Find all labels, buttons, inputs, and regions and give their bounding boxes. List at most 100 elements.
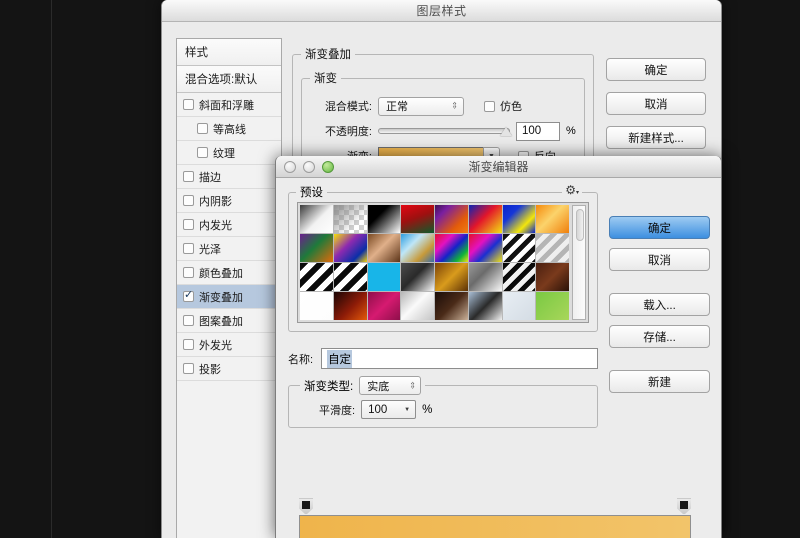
preset-swatch-14[interactable] [502, 234, 536, 262]
preset-swatch-7[interactable] [536, 205, 569, 233]
preset-swatch-29[interactable] [468, 292, 502, 320]
sidebar-item-5[interactable]: 内发光 [177, 213, 281, 237]
presets-scrollbar-thumb[interactable] [576, 209, 584, 241]
sidebar-item-checkbox-2[interactable] [197, 147, 208, 158]
preset-swatch-20[interactable] [435, 263, 468, 291]
preset-swatch-23[interactable] [536, 263, 569, 291]
gradient-editor-button-2[interactable]: 载入... [609, 293, 710, 316]
preset-swatch-11[interactable] [401, 234, 434, 262]
sidebar-item-8[interactable]: 渐变叠加 [177, 285, 281, 309]
sidebar-item-blending-options[interactable]: 混合选项:默认 [177, 66, 281, 93]
sidebar-item-checkbox-1[interactable] [197, 123, 208, 134]
preset-swatch-25[interactable] [333, 292, 367, 320]
preset-swatch-30[interactable] [502, 292, 536, 320]
preset-swatch-18[interactable] [367, 263, 401, 291]
gradient-editor-button-4[interactable]: 新建 [609, 370, 710, 393]
preset-swatch-0[interactable] [300, 205, 333, 233]
opacity-input[interactable]: 100 [516, 121, 560, 141]
preset-swatch-10[interactable] [367, 234, 401, 262]
sidebar-item-checkbox-4[interactable] [183, 195, 194, 206]
gradient-editor-button-1[interactable]: 取消 [609, 248, 710, 271]
name-value: 自定 [327, 349, 353, 368]
preset-swatch-8[interactable] [300, 234, 333, 262]
preset-swatch-19[interactable] [401, 263, 434, 291]
sidebar-item-9[interactable]: 图案叠加 [177, 309, 281, 333]
preset-swatch-17[interactable] [333, 263, 367, 291]
sidebar-item-2[interactable]: 纹理 [177, 141, 281, 165]
preset-swatch-13[interactable] [468, 234, 502, 262]
preset-swatch-4[interactable] [435, 205, 468, 233]
opacity-stop-0[interactable] [299, 498, 313, 515]
sidebar-item-checkbox-0[interactable] [183, 99, 194, 110]
sidebar-item-checkbox-3[interactable] [183, 171, 194, 182]
sidebar-item-label: 斜面和浮雕 [199, 99, 254, 112]
preset-swatch-16[interactable] [300, 263, 333, 291]
gear-icon[interactable]: ⚙▾ [562, 183, 582, 197]
sidebar-item-checkbox-7[interactable] [183, 267, 194, 278]
preset-swatch-21[interactable] [468, 263, 502, 291]
gradient-editor-button-3[interactable]: 存储... [609, 325, 710, 348]
opacity-slider-knob[interactable] [500, 127, 512, 136]
preset-swatch-24[interactable] [300, 292, 333, 320]
presets-scrollbar[interactable] [572, 205, 586, 320]
gradient-editor-button-0[interactable]: 确定 [609, 216, 710, 239]
name-input[interactable]: 自定 [321, 348, 598, 369]
preset-swatch-28[interactable] [435, 292, 468, 320]
sidebar-effects-list: 斜面和浮雕等高线纹理描边内阴影内发光光泽颜色叠加渐变叠加图案叠加外发光投影 [177, 93, 281, 381]
sidebar-item-7[interactable]: 颜色叠加 [177, 261, 281, 285]
sidebar-header-styles[interactable]: 样式 [177, 39, 281, 66]
gradient-type-select[interactable]: 实底 [359, 376, 422, 395]
preset-swatch-22[interactable] [502, 263, 536, 291]
layer-style-button-1[interactable]: 取消 [606, 92, 706, 115]
presets-frame [288, 192, 598, 332]
opacity-slider[interactable] [378, 124, 512, 138]
blend-mode-select[interactable]: 正常 [378, 96, 464, 116]
layer-style-button-2[interactable]: 新建样式... [606, 126, 706, 149]
preset-swatch-2[interactable] [367, 205, 401, 233]
sidebar-item-checkbox-10[interactable] [183, 339, 194, 350]
gradient-editor-main: 预设 ⚙▾ 名称: 自定 渐变类型: 实底 ⇳ 平滑度: 100 ▼ % [288, 183, 598, 428]
smoothness-row: 平滑度: 100 % [297, 400, 589, 419]
opacity-unit: % [566, 125, 576, 137]
preset-swatch-5[interactable] [468, 205, 502, 233]
gradient-type-section: 渐变类型: 实底 平滑度: 100 % [288, 376, 598, 428]
preset-swatch-9[interactable] [333, 234, 367, 262]
preset-swatch-3[interactable] [401, 205, 434, 233]
desktop-divider [51, 0, 52, 538]
preset-swatch-1[interactable] [333, 205, 367, 233]
sidebar-item-label: 纹理 [213, 147, 235, 160]
preset-swatch-26[interactable] [367, 292, 401, 320]
gradient-type-label: 渐变类型: [304, 380, 354, 393]
gradient-editor-titlebar[interactable]: 渐变编辑器 [276, 156, 721, 178]
layer-style-button-0[interactable]: 确定 [606, 58, 706, 81]
sidebar-item-11[interactable]: 投影 [177, 357, 281, 381]
gradient-bar[interactable] [299, 515, 691, 538]
gradient-overlay-group-title: 渐变叠加 [305, 49, 351, 61]
sidebar-item-4[interactable]: 内阴影 [177, 189, 281, 213]
dither-checkbox[interactable]: 仿色 [484, 98, 522, 114]
opacity-slider-track [378, 128, 510, 134]
sidebar-item-0[interactable]: 斜面和浮雕 [177, 93, 281, 117]
opacity-stop-swatch [680, 501, 688, 509]
preset-swatch-31[interactable] [536, 292, 569, 320]
layer-style-title: 图层样式 [416, 4, 467, 18]
sidebar-item-checkbox-11[interactable] [183, 363, 194, 374]
sidebar-item-checkbox-9[interactable] [183, 315, 194, 326]
blend-mode-value: 正常 [386, 101, 408, 113]
sidebar-item-10[interactable]: 外发光 [177, 333, 281, 357]
sidebar-item-1[interactable]: 等高线 [177, 117, 281, 141]
sidebar-item-label: 内发光 [199, 219, 232, 232]
smoothness-select[interactable]: 100 [361, 400, 417, 419]
sidebar-item-checkbox-5[interactable] [183, 219, 194, 230]
sidebar-item-3[interactable]: 描边 [177, 165, 281, 189]
gradient-editor-dialog: 渐变编辑器 预设 ⚙▾ 名称: 自定 渐变类型: 实底 ⇳ 平滑度: 100 ▼… [275, 156, 722, 538]
preset-swatch-12[interactable] [435, 234, 468, 262]
sidebar-item-checkbox-6[interactable] [183, 243, 194, 254]
preset-swatch-27[interactable] [401, 292, 434, 320]
preset-swatch-15[interactable] [536, 234, 569, 262]
layer-style-titlebar[interactable]: 图层样式 [162, 0, 721, 22]
preset-swatch-6[interactable] [502, 205, 536, 233]
sidebar-item-6[interactable]: 光泽 [177, 237, 281, 261]
opacity-stop-1[interactable] [677, 498, 691, 515]
sidebar-item-checkbox-8[interactable] [183, 288, 194, 302]
